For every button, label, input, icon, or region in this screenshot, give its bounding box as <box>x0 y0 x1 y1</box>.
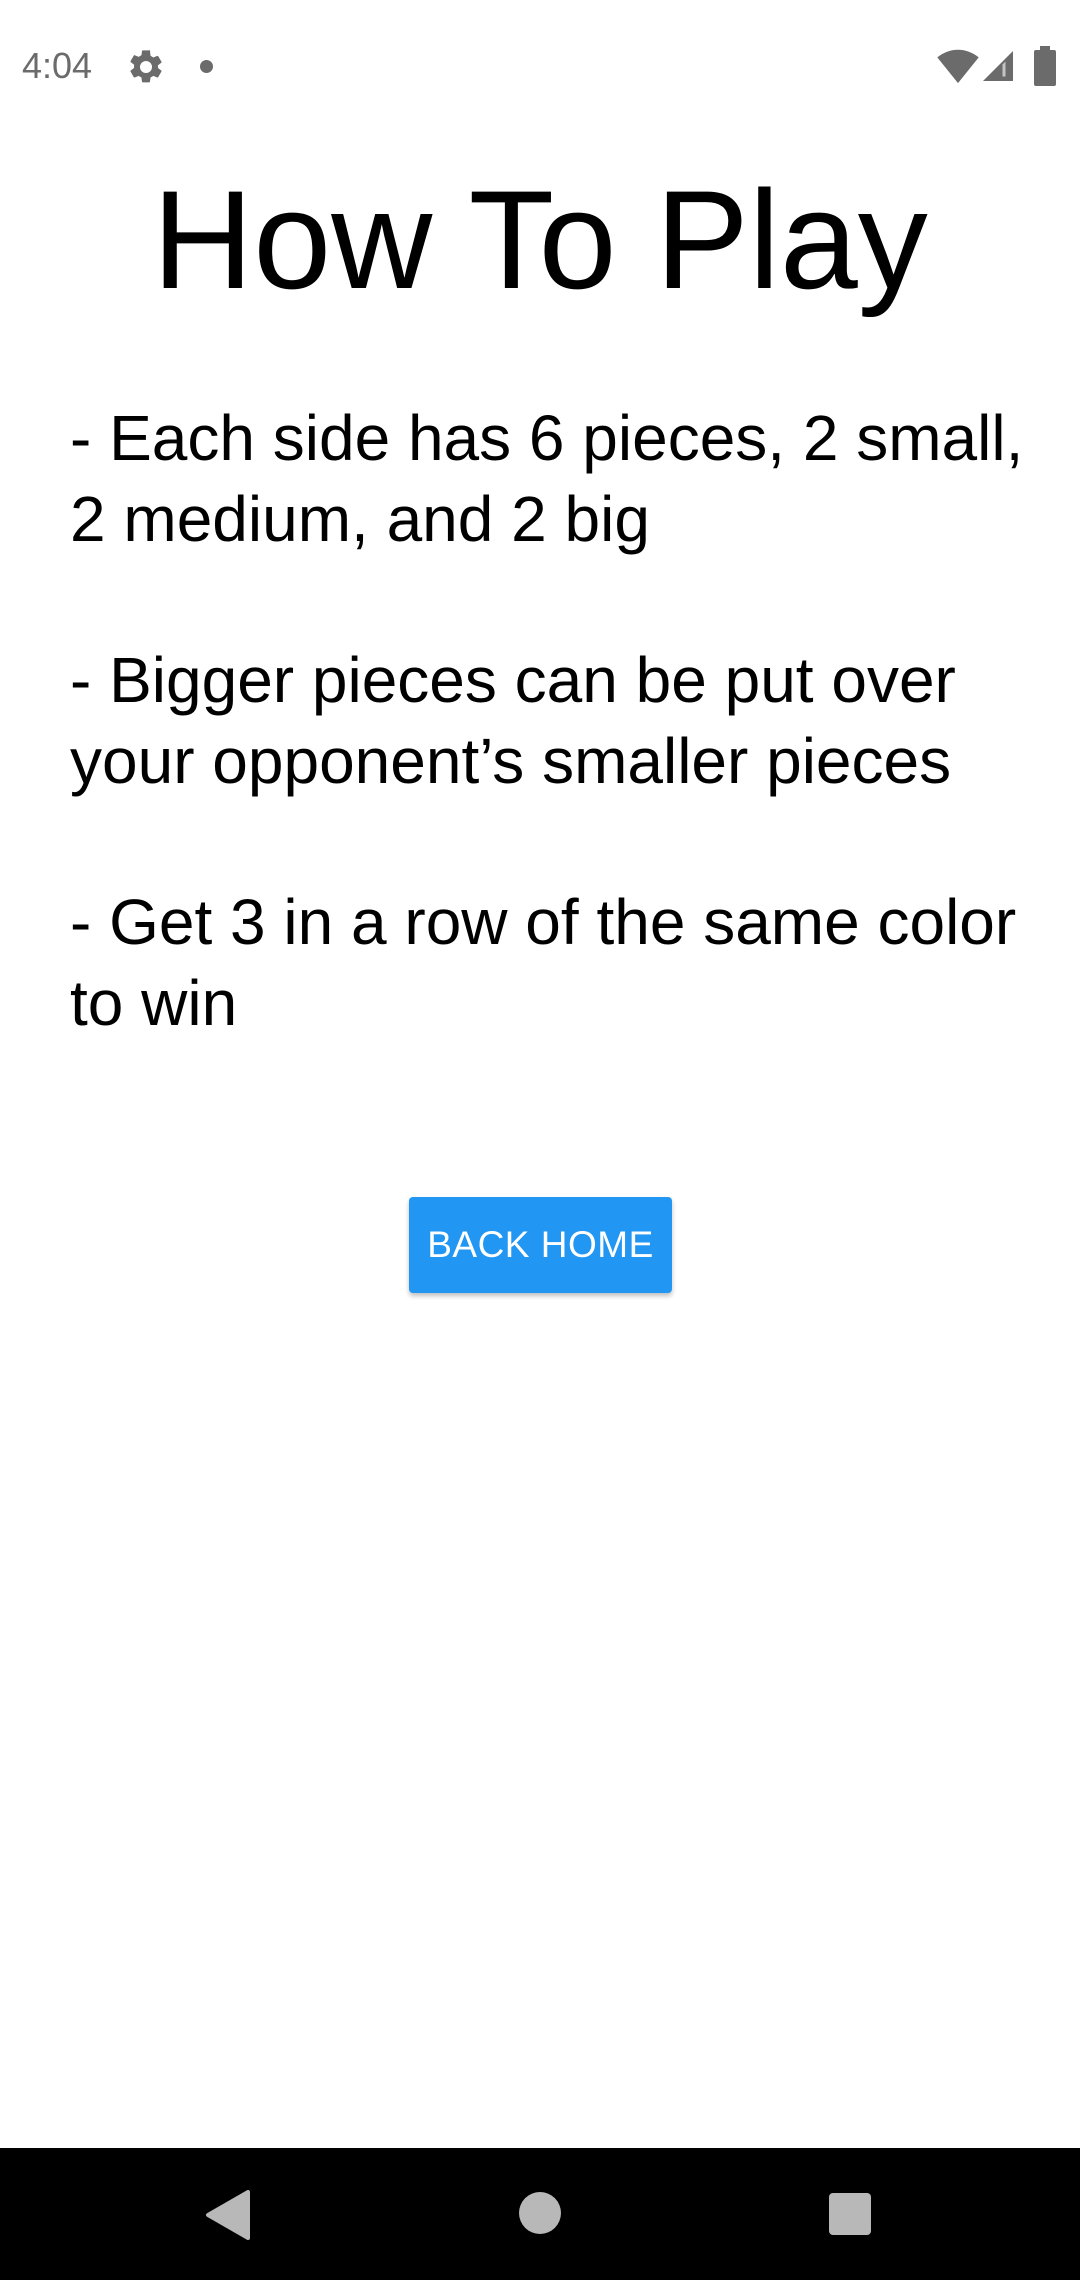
status-time: 4:04 <box>22 45 93 86</box>
page-title: How To Play <box>152 161 928 318</box>
wifi-icon <box>937 49 979 84</box>
rule-item-win: - Get 3 in a row of the same color to wi… <box>70 886 1017 1039</box>
back-home-button[interactable]: BACK HOME <box>409 1197 672 1293</box>
battery-icon <box>1034 46 1056 86</box>
status-bar: 4:04 <box>0 0 1080 134</box>
gear-icon <box>130 50 162 83</box>
navigation-bar <box>0 2148 1080 2280</box>
rule-item-stacking: - Bigger pieces can be put over your opp… <box>70 644 956 797</box>
cell-signal-icon <box>983 51 1013 81</box>
back-icon[interactable] <box>204 2190 250 2240</box>
notification-dot-icon <box>200 60 213 73</box>
home-icon[interactable] <box>519 2192 561 2234</box>
recents-icon[interactable] <box>829 2193 871 2235</box>
rules-list: - Each side has 6 pieces, 2 small, 2 med… <box>70 398 1030 1124</box>
rule-item-pieces: - Each side has 6 pieces, 2 small, 2 med… <box>70 402 1024 555</box>
